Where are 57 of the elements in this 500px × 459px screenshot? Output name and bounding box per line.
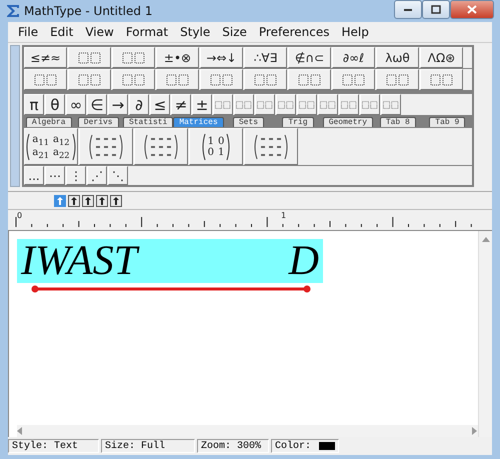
- palette-tab[interactable]: Tab 8: [380, 117, 416, 127]
- matrix-entry: 0: [218, 136, 224, 146]
- matrix-entry: a$_{12}$: [53, 134, 70, 146]
- menu-item[interactable]: Help: [335, 25, 375, 39]
- palette-button[interactable]: ∞: [66, 94, 86, 115]
- matrix-entry: a$_{11}$: [32, 134, 49, 146]
- menu-item[interactable]: Preferences: [252, 25, 336, 39]
- palette-button[interactable]: ...: [24, 166, 44, 185]
- matrix-entry: 1: [208, 136, 214, 146]
- matrix-entry: a$_{22}$: [53, 146, 70, 160]
- palette-button[interactable]: θ: [45, 94, 65, 115]
- palette-button[interactable]: ΛΩ⊛: [420, 47, 463, 68]
- palette-button[interactable]: ≠: [171, 94, 191, 115]
- palette-tab[interactable]: Trig: [282, 117, 314, 127]
- menu-item[interactable]: View: [79, 25, 120, 39]
- menu-item[interactable]: Edit: [44, 25, 80, 39]
- palette-tab[interactable]: Geometry: [322, 117, 374, 127]
- palette-button[interactable]: λωθ: [376, 47, 419, 68]
- palette-button[interactable]: ±•⊗: [156, 47, 199, 68]
- menu-item[interactable]: Size: [216, 25, 253, 39]
- equation-text: IWAST: [21, 239, 138, 283]
- status-zoom: Zoom: 300%: [197, 439, 269, 453]
- menu-item[interactable]: Format: [120, 25, 174, 39]
- matrix-template-button[interactable]: a$_{11}$ a$_{12}$ a$_{21}$ a$_{22}$: [24, 128, 78, 165]
- palette-button[interactable]: ⋯: [45, 166, 65, 185]
- palette-button[interactable]: →: [108, 94, 128, 115]
- palette-tab[interactable]: Derivs: [78, 117, 119, 127]
- window-title: MathType - Untitled 1: [24, 4, 152, 18]
- status-size: Size: Full: [101, 439, 195, 453]
- palette-button[interactable]: ∂: [129, 94, 149, 115]
- palette-button[interactable]: ∂∞ℓ: [332, 47, 375, 68]
- palette-tab[interactable]: Tab 9: [429, 117, 466, 127]
- palette-button[interactable]: ∉∩⊂: [288, 47, 331, 68]
- menu-item[interactable]: Style: [174, 25, 216, 39]
- palette-button[interactable]: ≤≠≈: [24, 47, 67, 68]
- ruler-label: 1: [281, 211, 286, 220]
- menu-item[interactable]: File: [12, 25, 44, 39]
- equation-text: D: [288, 239, 319, 283]
- matrix-entry: 0: [208, 146, 214, 158]
- palette-button[interactable]: ⋰: [87, 166, 107, 185]
- palette-button[interactable]: ⋱: [108, 166, 128, 185]
- ruler-label: 0: [17, 211, 22, 220]
- palette-tab[interactable]: Sets: [232, 117, 264, 127]
- palette-button[interactable]: ∴∀∃: [244, 47, 287, 68]
- status-style: Style: Text: [8, 439, 99, 453]
- palette-button[interactable]: ⋮: [66, 166, 86, 185]
- matrix-template-button[interactable]: 1 0 0 1: [189, 128, 243, 165]
- palette-button[interactable]: ∈: [87, 94, 107, 115]
- palette-tab[interactable]: Algebra: [26, 117, 72, 127]
- matrix-entry: 1: [218, 146, 224, 158]
- palette-tab[interactable]: Statisti: [122, 117, 174, 127]
- matrix-entry: a$_{21}$: [32, 146, 49, 160]
- palette-button[interactable]: ≤: [150, 94, 170, 115]
- palette-button[interactable]: ±: [192, 94, 212, 115]
- palette-button[interactable]: →⇔↓: [200, 47, 243, 68]
- palette-button[interactable]: π: [24, 94, 44, 115]
- status-color-label: Color:: [275, 440, 312, 452]
